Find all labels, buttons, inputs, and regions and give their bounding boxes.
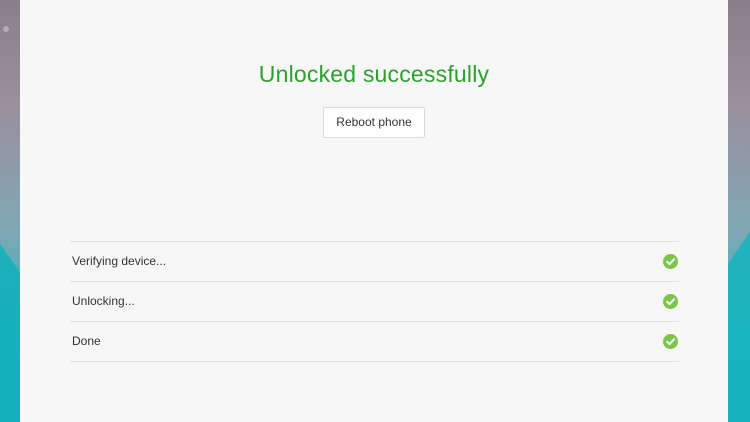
unlock-window: Unlocked successfully Reboot phone Verif… <box>20 0 728 422</box>
check-circle-icon <box>663 334 678 349</box>
step-list: Verifying device... Unlocking... Done <box>70 241 679 362</box>
background-dot <box>3 26 9 32</box>
step-label: Unlocking... <box>72 294 135 308</box>
step-row-done: Done <box>70 322 679 362</box>
check-circle-icon <box>663 294 678 309</box>
step-row-unlocking: Unlocking... <box>70 282 679 322</box>
step-row-verifying: Verifying device... <box>70 242 679 282</box>
desktop-background: Unlocked successfully Reboot phone Verif… <box>0 0 750 422</box>
step-label: Done <box>72 334 101 348</box>
status-title: Unlocked successfully <box>258 61 490 87</box>
reboot-phone-button[interactable]: Reboot phone <box>323 107 425 138</box>
check-circle-icon <box>663 254 678 269</box>
step-label: Verifying device... <box>72 254 167 268</box>
